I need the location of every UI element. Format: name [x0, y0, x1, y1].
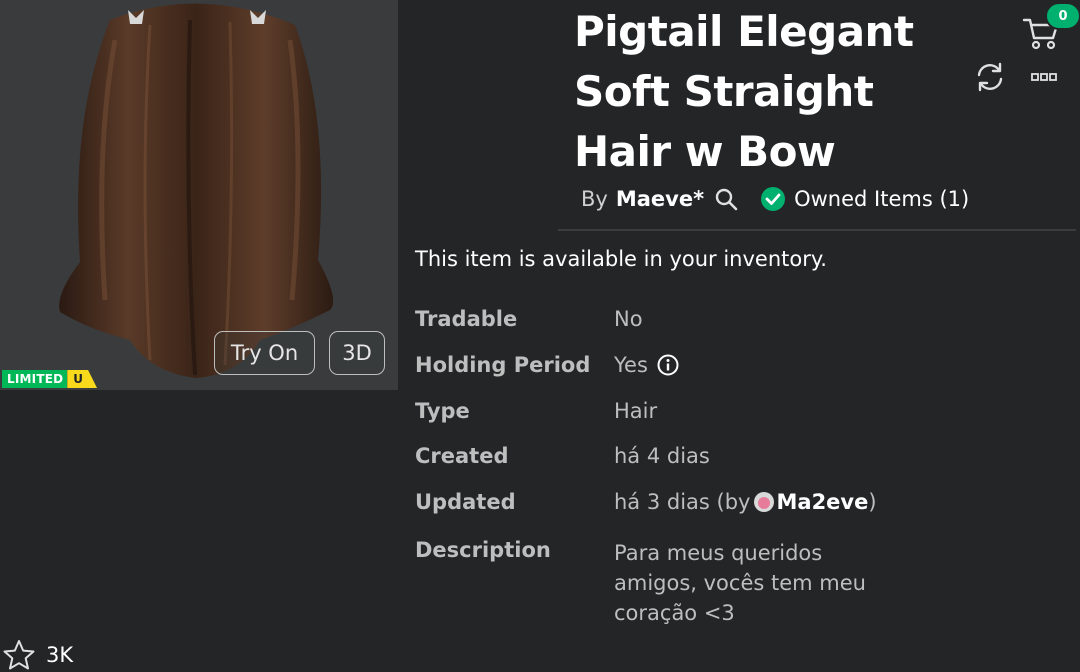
- divider: [558, 229, 1076, 231]
- item-title: Pigtail Elegant Soft Straight Hair w Bow: [574, 7, 914, 176]
- check-icon: [761, 187, 786, 211]
- detail-value-wrap: Yes: [614, 353, 679, 377]
- detail-value-suffix: ): [868, 490, 877, 514]
- cart-count-badge: 0: [1045, 2, 1080, 30]
- view-3d-button[interactable]: 3D: [329, 331, 385, 375]
- more-icon[interactable]: [1030, 68, 1058, 86]
- detail-value: há 4 dias: [614, 444, 710, 468]
- refresh-icon[interactable]: [974, 61, 1006, 93]
- limited-u-label: U: [67, 370, 98, 388]
- detail-key: Type: [415, 399, 470, 423]
- by-label: By: [581, 187, 608, 211]
- limited-label: LIMITED: [2, 370, 68, 388]
- detail-key: Updated: [415, 490, 516, 514]
- detail-key: Created: [415, 444, 509, 468]
- byline: By Maeve* Owned Items (1): [581, 184, 969, 214]
- limited-u-badge: LIMITED U: [2, 370, 98, 388]
- detail-key: Tradable: [415, 307, 518, 331]
- info-icon[interactable]: [657, 354, 679, 376]
- detail-value-wrap: há 3 dias (by Ma2eve ): [614, 490, 877, 514]
- avatar: [753, 492, 774, 512]
- detail-value: há 3 dias (by: [614, 490, 751, 514]
- detail-key: Holding Period: [415, 353, 591, 377]
- favorite-count: 3K: [46, 643, 74, 667]
- detail-value: Hair: [614, 399, 658, 423]
- search-icon[interactable]: [714, 187, 738, 211]
- detail-value: Yes: [614, 353, 648, 377]
- item-preview: Try On 3D LIMITED U: [0, 0, 398, 390]
- availability-text: This item is available in your inventory…: [415, 247, 827, 271]
- creator-link[interactable]: Maeve*: [616, 187, 704, 211]
- owned-items-link[interactable]: Owned Items (1): [794, 187, 969, 211]
- description-text: Para meus queridos amigos, vocês tem meu…: [614, 541, 866, 625]
- try-on-button[interactable]: Try On: [214, 331, 315, 375]
- star-icon[interactable]: [2, 639, 36, 671]
- updater-link[interactable]: Ma2eve: [777, 490, 869, 514]
- detail-value: No: [614, 307, 643, 331]
- favorite-control[interactable]: 3K: [2, 638, 73, 672]
- detail-key: Description: [415, 538, 551, 562]
